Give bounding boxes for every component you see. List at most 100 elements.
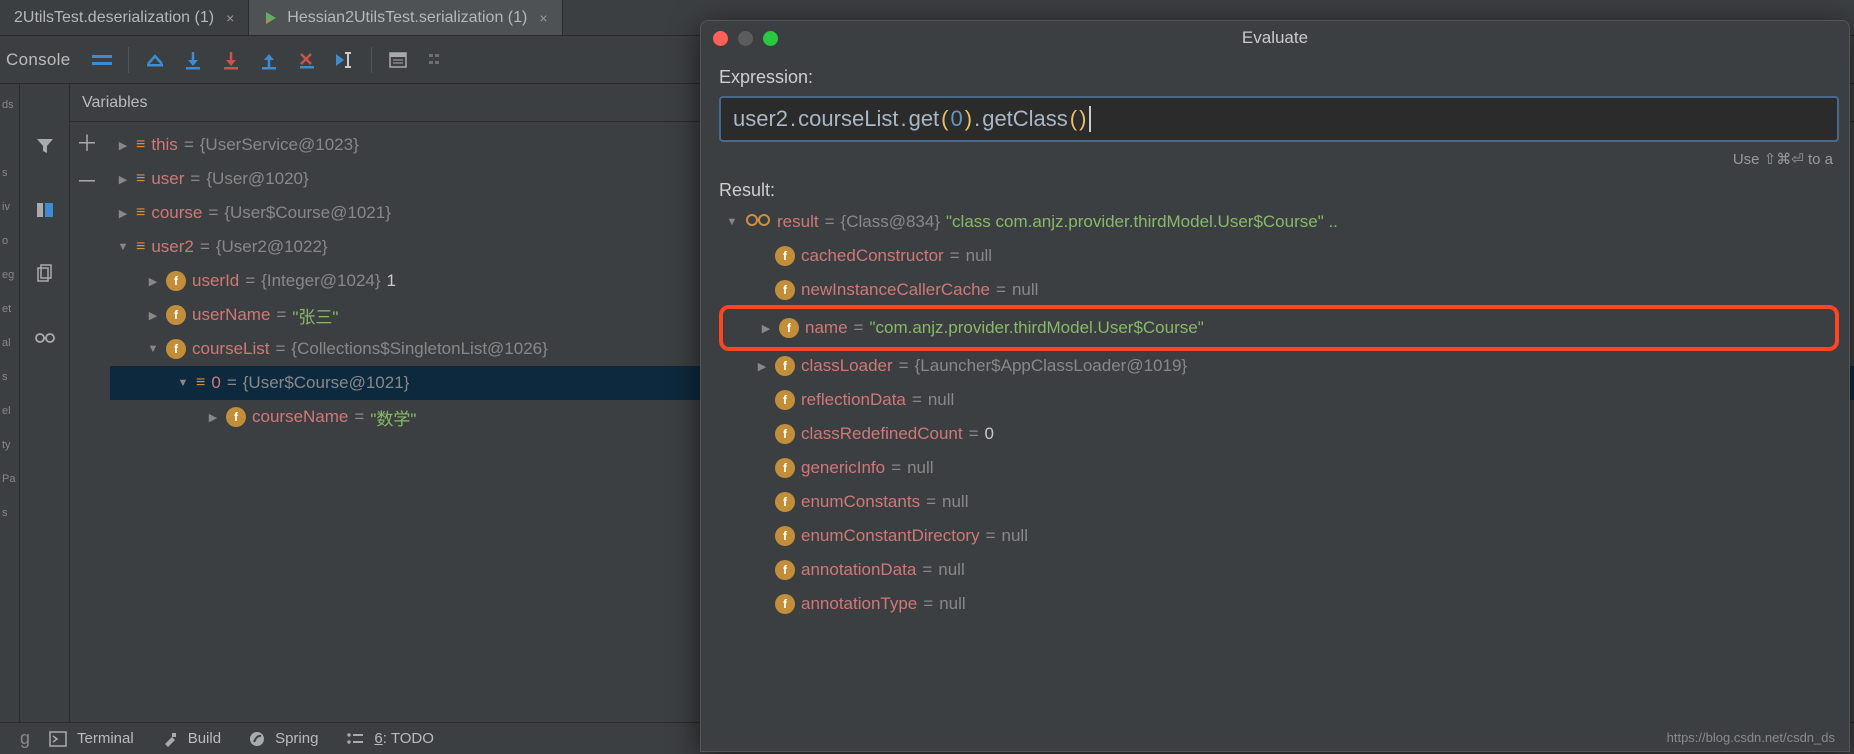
variable-value: {Collections$SingletonList@1026} [291,339,547,359]
toggle-view-icon[interactable] [86,44,118,76]
tree-row[interactable]: f classLoader = {Launcher$AppClassLoader… [719,349,1839,383]
tree-row[interactable]: f enumConstantDirectory = null [719,519,1839,553]
close-window-icon[interactable] [713,31,728,46]
variable-value: {User$Course@1021} [224,203,391,223]
variable-name: user2 [151,237,194,257]
run-to-cursor-icon[interactable] [329,44,361,76]
expression-input[interactable]: user2.courseList.get(0).getClass() [719,96,1839,142]
close-icon[interactable]: × [539,10,547,26]
drop-frame-icon[interactable] [291,44,323,76]
variable-name: genericInfo [801,458,885,478]
console-label[interactable]: Console [6,50,70,70]
expand-arrow-icon[interactable] [116,173,130,186]
tree-row[interactable]: f annotationData = null [719,553,1839,587]
field-icon: f [775,390,795,410]
step-over-icon[interactable] [139,44,171,76]
variable-name: userName [192,305,270,325]
minimize-window-icon[interactable] [738,31,753,46]
expr-token: courseList [798,106,898,132]
variable-name: enumConstants [801,492,920,512]
filter-icon[interactable] [33,134,57,158]
tree-row[interactable]: f name = "com.anjz.provider.thirdModel.U… [723,311,1835,345]
variable-name: annotationType [801,594,917,614]
todo-button[interactable]: 6: TODO [346,730,433,747]
equals: = [276,305,286,325]
spring-icon [249,731,265,747]
tree-row[interactable]: f newInstanceCallerCache = null [719,273,1839,307]
spring-button[interactable]: Spring [249,730,318,747]
expand-arrow-icon[interactable] [146,309,160,322]
field-icon: f [226,407,246,427]
variable-value-extra: 1 [387,271,396,291]
variable-value: null [1012,280,1038,300]
glasses-icon[interactable] [33,326,57,350]
variable-value: "数学" [370,405,416,430]
tree-row[interactable]: result = {Class@834} "class com.anjz.pro… [719,205,1839,239]
equals: = [825,212,835,232]
expand-arrow-icon[interactable] [725,216,739,228]
expand-arrow-icon[interactable] [759,322,773,335]
field-icon: f [775,492,795,512]
expand-arrow-icon[interactable] [146,343,160,355]
selected-frame-icon[interactable] [33,198,57,222]
variable-name: cachedConstructor [801,246,944,266]
expression-label: Expression: [719,67,1839,88]
step-out-icon[interactable] [253,44,285,76]
add-watch-icon[interactable]: ＋ [75,130,99,154]
expand-arrow-icon[interactable] [116,241,130,253]
tree-row[interactable]: f cachedConstructor = null [719,239,1839,273]
expand-arrow-icon[interactable] [755,360,769,373]
frame-gutter [20,84,70,722]
result-tree[interactable]: result = {Class@834} "class com.anjz.pro… [719,205,1839,621]
expand-arrow-icon[interactable] [755,424,769,444]
variable-name: this [151,135,177,155]
tab-label: 2UtilsTest.deserialization (1) [14,9,214,27]
expand-arrow-icon[interactable] [755,492,769,512]
terminal-button[interactable]: Terminal [49,730,134,747]
expand-arrow-icon[interactable] [206,411,220,424]
expand-arrow-icon[interactable] [116,207,130,220]
expr-token: . [974,106,980,132]
expand-arrow-icon[interactable] [146,275,160,288]
variable-name: 0 [211,373,220,393]
tree-row[interactable]: f reflectionData = null [719,383,1839,417]
tab-serialization[interactable]: Hessian2UtilsTest.serialization (1) × [249,0,562,35]
watermark-url: https://blog.csdn.net/csdn_ds [1667,730,1835,745]
expand-arrow-icon[interactable] [755,390,769,410]
field-icon: f [779,318,799,338]
close-icon[interactable]: × [226,10,234,26]
expand-arrow-icon[interactable] [755,594,769,614]
expand-arrow-icon[interactable] [755,458,769,478]
evaluate-dialog[interactable]: Evaluate Expression: user2.courseList.ge… [700,20,1850,752]
tree-row[interactable]: f genericInfo = null [719,451,1839,485]
equals: = [891,458,901,478]
copy-icon[interactable] [33,262,57,286]
trace-icon[interactable] [420,44,452,76]
remove-watch-icon[interactable]: － [75,168,99,192]
build-button[interactable]: Build [162,730,221,747]
build-label: Build [188,730,221,747]
evaluate-titlebar[interactable]: Evaluate [701,21,1849,55]
expr-token: get [909,106,940,132]
variable-name: reflectionData [801,390,906,410]
zoom-window-icon[interactable] [763,31,778,46]
expand-arrow-icon[interactable] [755,280,769,300]
expand-arrow-icon[interactable] [755,560,769,580]
tree-row[interactable]: f enumConstants = null [719,485,1839,519]
tree-row[interactable]: f classRedefinedCount = 0 [719,417,1839,451]
todo-label: 6: TODO [374,730,433,747]
step-into-icon[interactable] [177,44,209,76]
tab-deserialization[interactable]: 2UtilsTest.deserialization (1) × [0,0,249,35]
evaluate-expression-icon[interactable] [382,44,414,76]
expr-token: user2 [733,106,788,132]
expand-arrow-icon[interactable] [755,246,769,266]
expr-token: ( [941,106,948,132]
expand-arrow-icon[interactable] [116,139,130,152]
expand-arrow-icon[interactable] [755,526,769,546]
spring-label: Spring [275,730,318,747]
force-step-into-icon[interactable] [215,44,247,76]
variable-name: annotationData [801,560,916,580]
tree-row[interactable]: f annotationType = null [719,587,1839,621]
object-icon: ≡ [136,238,145,256]
expand-arrow-icon[interactable] [176,377,190,389]
